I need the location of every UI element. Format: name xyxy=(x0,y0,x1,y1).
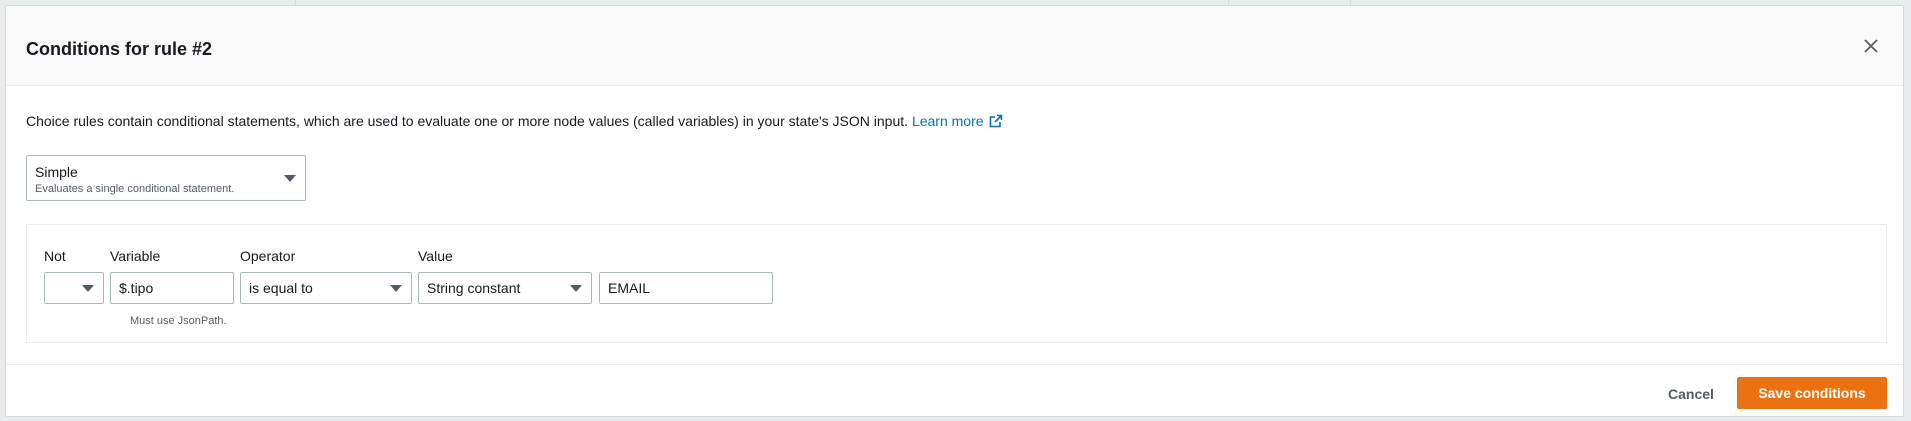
caret-down-icon xyxy=(284,175,296,182)
modal-title: Conditions for rule #2 xyxy=(26,39,213,59)
value-input[interactable]: EMAIL xyxy=(599,272,773,304)
condition-panel: Not Variable $.tipo Must use JsonPath. O… xyxy=(26,224,1887,343)
variable-label: Variable xyxy=(110,248,161,264)
caret-down-icon xyxy=(390,285,402,292)
close-button[interactable] xyxy=(1857,32,1885,60)
caret-down-icon xyxy=(570,285,582,292)
learn-more-link[interactable]: Learn more xyxy=(912,113,1003,129)
variable-hint: Must use JsonPath. xyxy=(130,315,227,327)
rule-type-value: Simple xyxy=(35,164,78,180)
operator-value: is equal to xyxy=(249,280,313,296)
modal-body: Choice rules contain conditional stateme… xyxy=(6,86,1903,366)
operator-label: Operator xyxy=(240,248,296,264)
operator-select[interactable]: is equal to xyxy=(240,272,412,304)
not-label: Not xyxy=(44,248,66,264)
value-type-value: String constant xyxy=(427,280,521,296)
modal-header: Conditions for rule #2 xyxy=(6,6,1903,86)
cancel-button[interactable]: Cancel xyxy=(1658,380,1724,408)
value-label: Value xyxy=(418,248,453,264)
close-icon xyxy=(1864,39,1878,53)
intro-text: Choice rules contain conditional stateme… xyxy=(26,113,909,129)
conditions-modal: Conditions for rule #2 Choice rules cont… xyxy=(5,5,1904,417)
footer-divider xyxy=(6,364,1903,365)
external-link-icon xyxy=(989,114,1002,128)
not-select[interactable] xyxy=(44,272,104,304)
rule-type-description: Evaluates a single conditional statement… xyxy=(35,183,235,195)
variable-value: $.tipo xyxy=(119,280,154,296)
variable-input[interactable]: $.tipo xyxy=(110,272,234,304)
caret-down-icon xyxy=(82,285,94,292)
value-type-select[interactable]: String constant xyxy=(418,272,592,304)
rule-type-select[interactable]: Simple Evaluates a single conditional st… xyxy=(26,155,306,201)
intro-paragraph: Choice rules contain conditional stateme… xyxy=(26,113,1003,129)
save-conditions-button[interactable]: Save conditions xyxy=(1737,377,1887,409)
value-input-value: EMAIL xyxy=(608,280,651,296)
